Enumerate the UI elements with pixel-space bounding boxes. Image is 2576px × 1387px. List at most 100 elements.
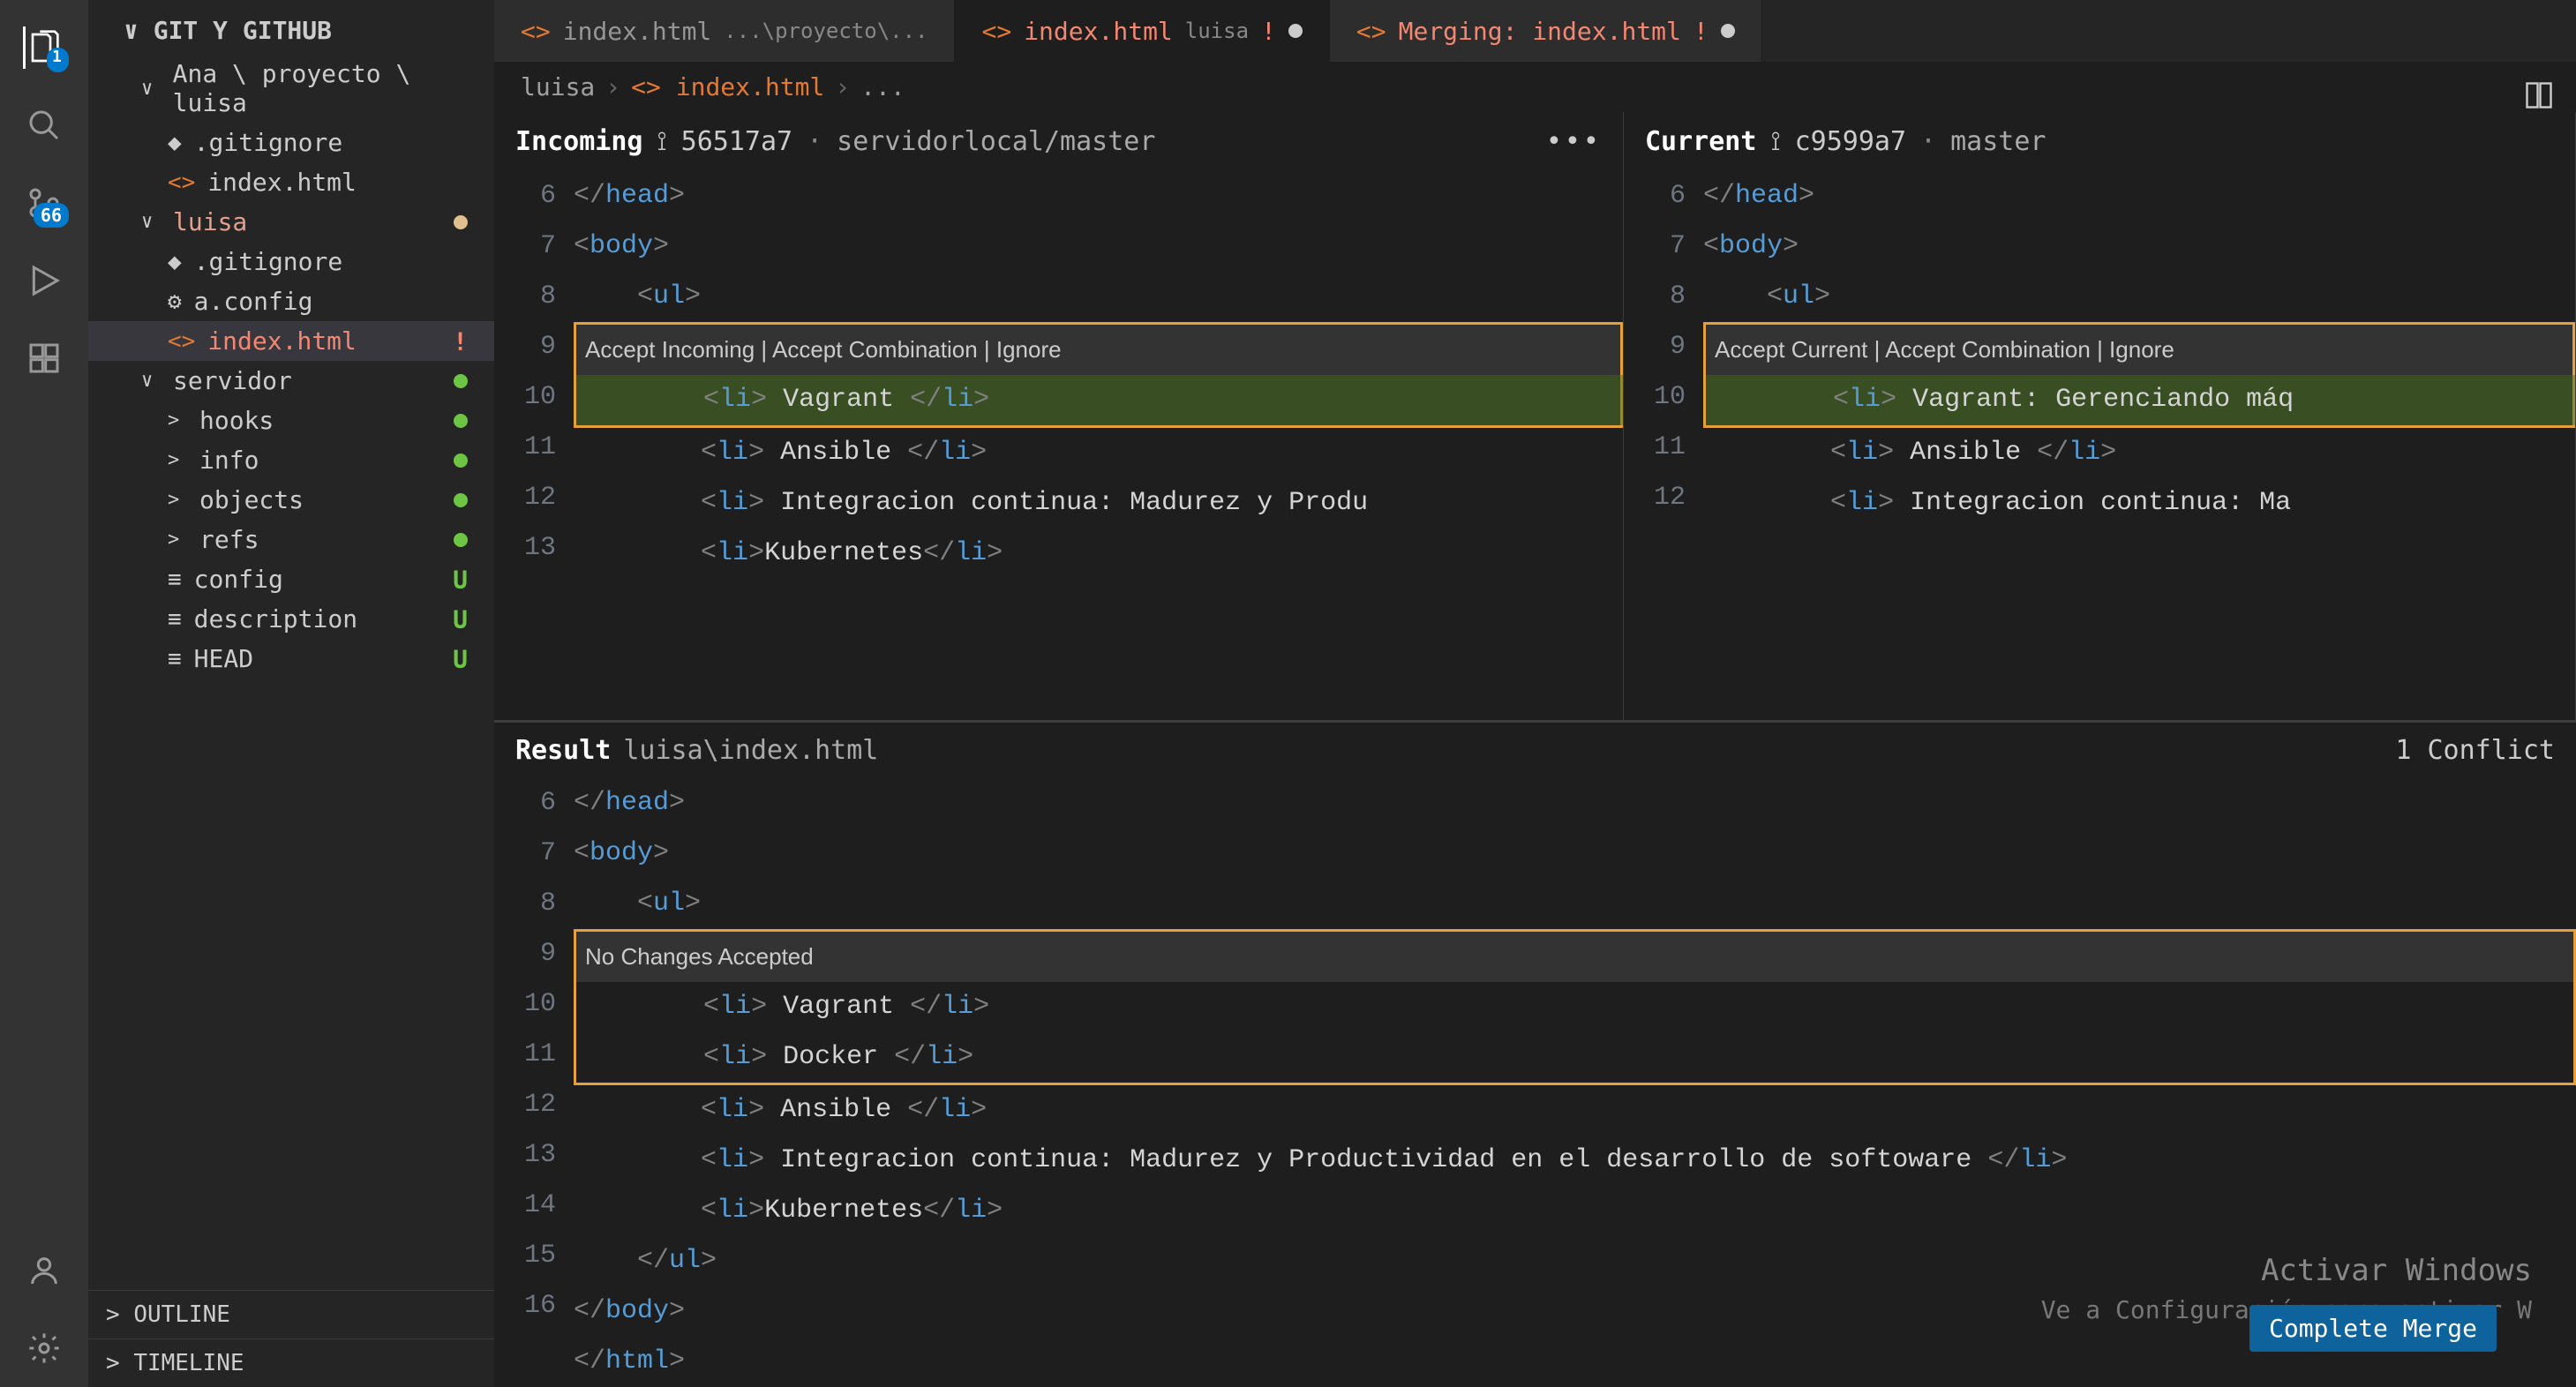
incoming-editor[interactable]: 678910111213 </head><body> <ul>Accept In… xyxy=(494,171,1623,579)
conflict-region: Accept Current | Accept Combination | Ig… xyxy=(1703,322,2575,428)
code-line: <ul> xyxy=(574,272,1623,322)
tree-item[interactable]: ≡HEADU xyxy=(88,639,494,679)
result-pane: Result luisa\index.html 1 Conflict 67891… xyxy=(494,720,2576,1387)
code-line: <body> xyxy=(574,221,1623,272)
commit-icon: ⟟ xyxy=(657,126,667,157)
file-icon: ≡ xyxy=(168,606,182,633)
complete-merge-button[interactable]: Complete Merge xyxy=(2249,1305,2497,1352)
tree-item[interactable]: >objects xyxy=(88,480,494,520)
chevron-right-icon: › xyxy=(605,72,620,101)
git-status-dot xyxy=(454,454,468,468)
code-line: <li> Docker </li> xyxy=(576,1032,2573,1083)
result-editor[interactable]: 678910111213141516 </head><body> <ul>No … xyxy=(494,778,2576,1387)
breadcrumb-item[interactable]: <> index.html xyxy=(631,72,824,101)
file-icon: ≡ xyxy=(168,566,182,593)
settings-icon[interactable] xyxy=(23,1327,65,1369)
tree-item[interactable]: ∨Ana \ proyecto \ luisa xyxy=(88,54,494,123)
timeline-panel[interactable]: > TIMELINE xyxy=(88,1338,494,1387)
editor-tab[interactable]: <>index.htmlluisa! xyxy=(955,0,1329,62)
tab-label: index.html xyxy=(1024,17,1173,46)
tree-item[interactable]: ◆.gitignore xyxy=(88,123,494,162)
tree-item[interactable]: >hooks xyxy=(88,401,494,440)
tree-item-label: .gitignore xyxy=(194,247,343,276)
code-line: <li> Integracion continua: Madurez y Pro… xyxy=(574,478,1623,529)
git-status-dot xyxy=(454,215,468,229)
tree-item-label: index.html xyxy=(207,326,357,356)
dirty-indicator xyxy=(1288,24,1303,38)
tree-item-label: info xyxy=(199,446,259,475)
tree-item[interactable]: <>index.html! xyxy=(88,321,494,361)
file-icon: ◆ xyxy=(168,130,182,156)
current-pane: Current ⟟ c9599a7 · master 6789101112 </… xyxy=(1624,112,2576,720)
file-icon: <> xyxy=(168,169,195,196)
code-line: <li> Integracion continua: Madurez y Pro… xyxy=(574,1136,2576,1186)
explorer-badge: 1 xyxy=(47,48,69,72)
tree-item-label: index.html xyxy=(207,168,357,197)
tree-item[interactable]: >refs xyxy=(88,520,494,559)
source-control-icon[interactable]: 66 xyxy=(23,182,65,224)
conflict-actions[interactable]: Accept Current | Accept Combination | Ig… xyxy=(1706,325,2572,375)
incoming-branch: servidorlocal/master xyxy=(837,126,1155,157)
explorer-title[interactable]: ∨ GIT Y GITHUB xyxy=(88,0,494,54)
sidebar-bottom-panels: > OUTLINE > TIMELINE xyxy=(88,1290,494,1387)
editor-tab[interactable]: <>index.html...\proyecto\... xyxy=(494,0,955,62)
file-icon: <> xyxy=(981,17,1011,46)
incoming-hash: 56517a7 xyxy=(681,126,792,157)
outline-panel[interactable]: > OUTLINE xyxy=(88,1290,494,1338)
run-debug-icon[interactable] xyxy=(23,259,65,302)
tree-item[interactable]: ◆.gitignore xyxy=(88,242,494,281)
tree-item[interactable]: ∨servidor xyxy=(88,361,494,401)
conflict-actions[interactable]: No Changes Accepted xyxy=(576,932,2573,982)
tree-item-label: a.config xyxy=(194,287,313,316)
code-line: <li>Kubernetes</li> xyxy=(574,529,1623,579)
tree-item[interactable]: <> index.html xyxy=(88,162,494,202)
chevron-icon: ∨ xyxy=(141,78,161,100)
tree-item[interactable]: ≡configU xyxy=(88,559,494,599)
current-editor[interactable]: 6789101112 </head><body> <ul>Accept Curr… xyxy=(1624,171,2575,529)
tree-item-label: luisa xyxy=(173,207,247,236)
dirty-indicator xyxy=(1721,24,1735,38)
tree-item[interactable]: ≡descriptionU xyxy=(88,599,494,639)
git-status-letter: ! xyxy=(453,326,468,356)
conflict-actions[interactable]: Accept Incoming | Accept Combination | I… xyxy=(576,325,1620,375)
merge-panes: Incoming ⟟ 56517a7 · servidorlocal/maste… xyxy=(494,112,2576,720)
tree-item[interactable]: ∨luisa xyxy=(88,202,494,242)
tree-item[interactable]: ⚙ a.config xyxy=(88,281,494,321)
breadcrumb-item[interactable]: ... xyxy=(860,72,905,101)
conflict-indicator: ! xyxy=(1694,17,1709,46)
more-actions-icon[interactable]: ••• xyxy=(1546,126,1602,157)
file-tree: ∨Ana \ proyecto \ luisa◆.gitignore<>inde… xyxy=(88,54,494,679)
code-line: <li> Vagrant </li> xyxy=(576,375,1620,425)
file-icon: ⚙ xyxy=(168,289,182,315)
search-icon[interactable] xyxy=(23,104,65,146)
current-branch: master xyxy=(1950,126,2046,157)
explorer-icon[interactable]: 1 xyxy=(23,26,65,69)
conflict-indicator: ! xyxy=(1261,17,1276,46)
result-path: luisa\index.html xyxy=(623,735,878,766)
account-icon[interactable] xyxy=(23,1249,65,1292)
incoming-header: Incoming ⟟ 56517a7 · servidorlocal/maste… xyxy=(494,112,1623,171)
commit-icon: ⟟ xyxy=(1770,126,1780,157)
tree-item-label: description xyxy=(194,604,357,634)
timeline-label: TIMELINE xyxy=(133,1350,244,1376)
breadcrumb[interactable]: luisa › <> index.html › ... xyxy=(494,62,2576,112)
code-line: </head> xyxy=(1703,171,2575,221)
code-line: <body> xyxy=(574,828,2576,879)
main-editor-area: <>index.html...\proyecto\... <> index.html… xyxy=(494,0,2576,1387)
chevron-icon: ∨ xyxy=(141,370,161,392)
breadcrumb-item[interactable]: luisa xyxy=(521,72,595,101)
conflict-region: Accept Incoming | Accept Combination | I… xyxy=(574,322,1623,428)
current-header: Current ⟟ c9599a7 · master xyxy=(1624,112,2575,171)
extensions-icon[interactable] xyxy=(23,337,65,379)
code-line: <li>Kubernetes</li> xyxy=(574,1186,2576,1236)
tree-item-label: objects xyxy=(199,485,304,514)
compare-icon[interactable] xyxy=(2523,79,2555,111)
git-status-letter: U xyxy=(453,565,468,594)
scm-badge: 66 xyxy=(34,203,69,228)
file-icon: ≡ xyxy=(168,646,182,672)
tree-item-label: hooks xyxy=(199,406,274,435)
tree-item[interactable]: >info xyxy=(88,440,494,480)
code-line: <li> Docker: Creando conteiners sin dolo… xyxy=(1620,375,1623,425)
code-line: <li> Vagrant: Gerenciando máq xyxy=(1706,375,2572,425)
editor-tab[interactable]: <>Merging: index.html! xyxy=(1330,0,1762,62)
